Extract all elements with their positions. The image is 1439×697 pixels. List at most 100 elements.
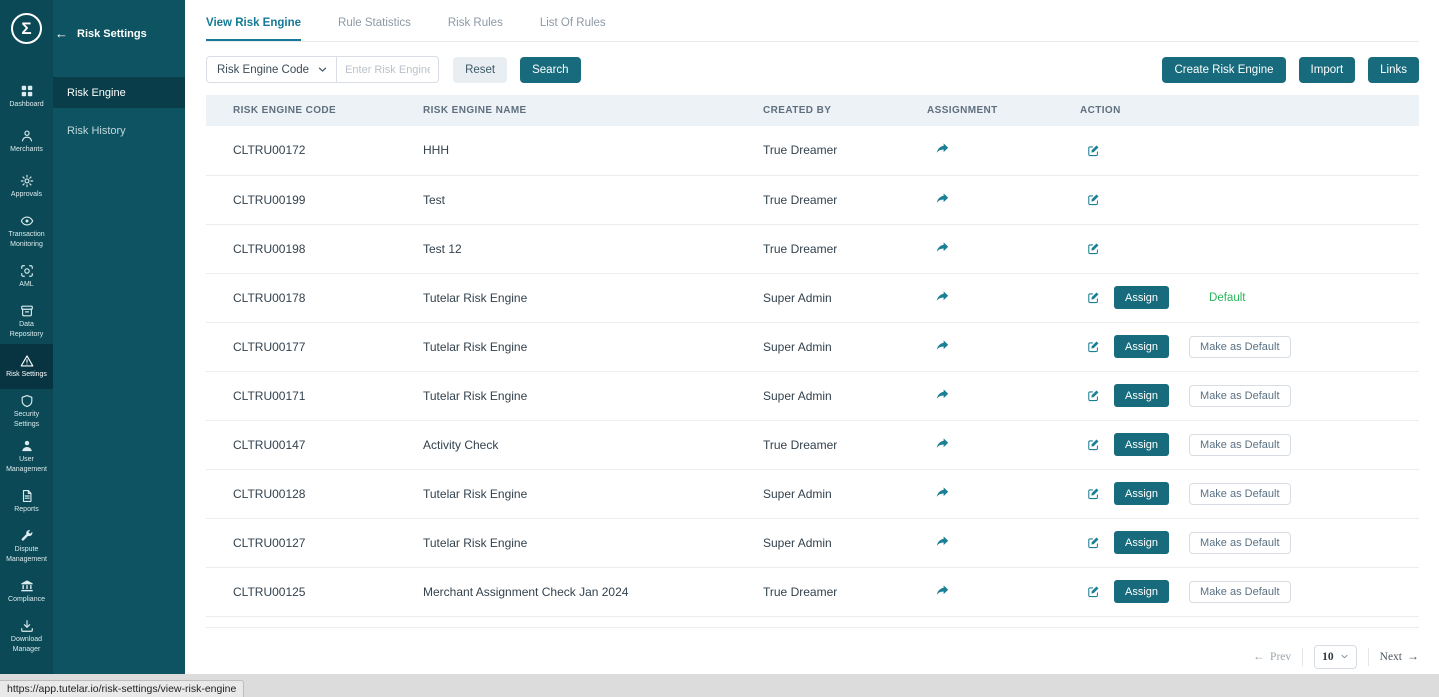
assign-button[interactable]: Assign: [1114, 482, 1170, 505]
assign-button[interactable]: Assign: [1114, 433, 1170, 456]
share-icon[interactable]: [936, 535, 949, 548]
risk-engine-name-cell: Tutelar Risk Engine: [423, 371, 763, 421]
sidebar-item-data-repository[interactable]: Data Repository: [0, 299, 53, 344]
links-button[interactable]: Links: [1368, 56, 1419, 83]
sidebar-item-compliance[interactable]: Compliance: [0, 569, 53, 614]
page-size-value: 10: [1322, 650, 1334, 663]
sidebar-item-dispute-management[interactable]: Dispute Management: [0, 524, 53, 569]
header-assignment: ASSIGNMENT: [927, 95, 1080, 126]
sidebar-item-approvals[interactable]: Approvals: [0, 164, 53, 209]
table-row: CLTRU00125 Merchant Assignment Check Jan …: [206, 567, 1419, 617]
chevron-down-icon: [1340, 652, 1349, 661]
table-card: RISK ENGINE CODE RISK ENGINE NAME CREATE…: [206, 95, 1419, 628]
create-risk-engine-button[interactable]: Create Risk Engine: [1162, 56, 1286, 83]
risk-engine-code-input[interactable]: [337, 56, 440, 83]
assignment-cell: [927, 126, 1080, 176]
filter-field-select[interactable]: Risk Engine Code: [206, 56, 338, 83]
edit-icon[interactable]: [1087, 144, 1100, 157]
edit-icon[interactable]: [1087, 438, 1100, 451]
tab-view-risk-engine[interactable]: View Risk Engine: [206, 17, 302, 41]
edit-icon[interactable]: [1087, 340, 1100, 353]
edit-icon[interactable]: [1087, 536, 1100, 549]
submenu-panel: ← Risk Settings Risk Engine Risk History: [53, 0, 185, 674]
back-arrow-icon[interactable]: ←: [55, 26, 68, 41]
reset-button[interactable]: Reset: [453, 56, 508, 83]
header-created-by: CREATED BY: [763, 95, 927, 126]
created-by-cell: Super Admin: [763, 371, 927, 421]
edit-icon[interactable]: [1087, 193, 1100, 206]
sidebar-item-aml[interactable]: AML: [0, 254, 53, 299]
risk-engine-name-cell: Tutelar Risk Engine: [423, 273, 763, 323]
assignment-cell: [927, 518, 1080, 568]
edit-icon[interactable]: [1087, 487, 1100, 500]
aml-scan-icon: [20, 264, 34, 278]
assign-button[interactable]: Assign: [1114, 580, 1170, 603]
risk-engine-code-cell: CLTRU00128: [206, 469, 423, 519]
edit-icon[interactable]: [1087, 242, 1100, 255]
assignment-cell: [927, 420, 1080, 470]
action-cell: [1080, 224, 1419, 274]
assignment-cell: [927, 224, 1080, 274]
risk-engine-code-cell: CLTRU00198: [206, 224, 423, 274]
action-cell: Assign Make as Default: [1080, 420, 1419, 470]
make-as-default-button[interactable]: Make as Default: [1189, 482, 1291, 505]
make-as-default-button[interactable]: Make as Default: [1189, 384, 1291, 407]
sidebar-item-risk-settings[interactable]: Risk Settings: [0, 344, 53, 389]
next-button[interactable]: Next →: [1380, 649, 1419, 664]
share-icon[interactable]: [936, 486, 949, 499]
risk-engine-code-cell: CLTRU00127: [206, 518, 423, 568]
created-by-cell: True Dreamer: [763, 126, 927, 176]
sidebar-item-reports[interactable]: Reports: [0, 479, 53, 524]
edit-icon[interactable]: [1087, 291, 1100, 304]
share-icon[interactable]: [936, 437, 949, 450]
filter-toolbar: Risk Engine Code Reset Search Create Ris…: [206, 56, 1419, 83]
action-cell: Assign Make as Default: [1080, 567, 1419, 617]
tab-list-of-rules[interactable]: List Of Rules: [540, 17, 606, 41]
make-as-default-button[interactable]: Make as Default: [1189, 531, 1291, 554]
action-cell: Assign Make as Default: [1080, 469, 1419, 519]
main-content: View Risk Engine Rule Statistics Risk Rule…: [185, 0, 1439, 674]
sidebar-nav: Dashboard Merchants Approvals Transaction M…: [0, 74, 53, 659]
tab-rule-statistics[interactable]: Rule Statistics: [338, 17, 411, 41]
sidebar-item-download-manager[interactable]: Download Manager: [0, 614, 53, 659]
submenu-title: Risk Settings: [77, 27, 147, 40]
shield-icon: [20, 394, 34, 408]
risk-engine-name-cell: Tutelar Risk Engine: [423, 322, 763, 372]
sidebar-item-label: Download Manager: [10, 636, 43, 653]
edit-icon[interactable]: [1087, 389, 1100, 402]
risk-engine-name-cell: Test 12: [423, 224, 763, 274]
share-icon[interactable]: [936, 388, 949, 401]
action-cell: Assign Make as Default: [1080, 371, 1419, 421]
sidebar-item-dashboard[interactable]: Dashboard: [0, 74, 53, 119]
sidebar-item-user-management[interactable]: User Management: [0, 434, 53, 479]
sidebar-item-transaction-monitoring[interactable]: Transaction Monitoring: [0, 209, 53, 254]
share-icon[interactable]: [936, 192, 949, 205]
make-as-default-button[interactable]: Make as Default: [1189, 335, 1291, 358]
share-icon[interactable]: [936, 339, 949, 352]
share-icon[interactable]: [936, 290, 949, 303]
submenu-item-risk-engine[interactable]: Risk Engine: [53, 77, 185, 108]
import-button[interactable]: Import: [1298, 56, 1356, 83]
submenu-header: ← Risk Settings: [53, 0, 185, 63]
report-icon: [20, 489, 34, 503]
arrow-right-icon: →: [1407, 649, 1419, 663]
share-icon[interactable]: [936, 584, 949, 597]
submenu-item-risk-history[interactable]: Risk History: [53, 115, 185, 146]
assign-button[interactable]: Assign: [1114, 384, 1170, 407]
assign-button[interactable]: Assign: [1114, 286, 1170, 309]
page-size-select[interactable]: 10: [1314, 644, 1357, 669]
make-as-default-button[interactable]: Make as Default: [1189, 580, 1291, 603]
search-button[interactable]: Search: [520, 56, 581, 83]
sidebar-item-label: Approvals: [10, 190, 43, 198]
assign-button[interactable]: Assign: [1114, 335, 1170, 358]
share-icon[interactable]: [936, 241, 949, 254]
share-icon[interactable]: [936, 142, 949, 155]
edit-icon[interactable]: [1087, 585, 1100, 598]
tab-risk-rules[interactable]: Risk Rules: [448, 17, 503, 41]
make-as-default-button[interactable]: Make as Default: [1189, 433, 1291, 456]
sidebar-item-security-settings[interactable]: Security Settings: [0, 389, 53, 434]
sidebar-item-merchants[interactable]: Merchants: [0, 119, 53, 164]
assign-button[interactable]: Assign: [1114, 531, 1170, 554]
app-logo[interactable]: Σ: [11, 13, 42, 44]
prev-button[interactable]: ← Prev: [1253, 649, 1291, 664]
